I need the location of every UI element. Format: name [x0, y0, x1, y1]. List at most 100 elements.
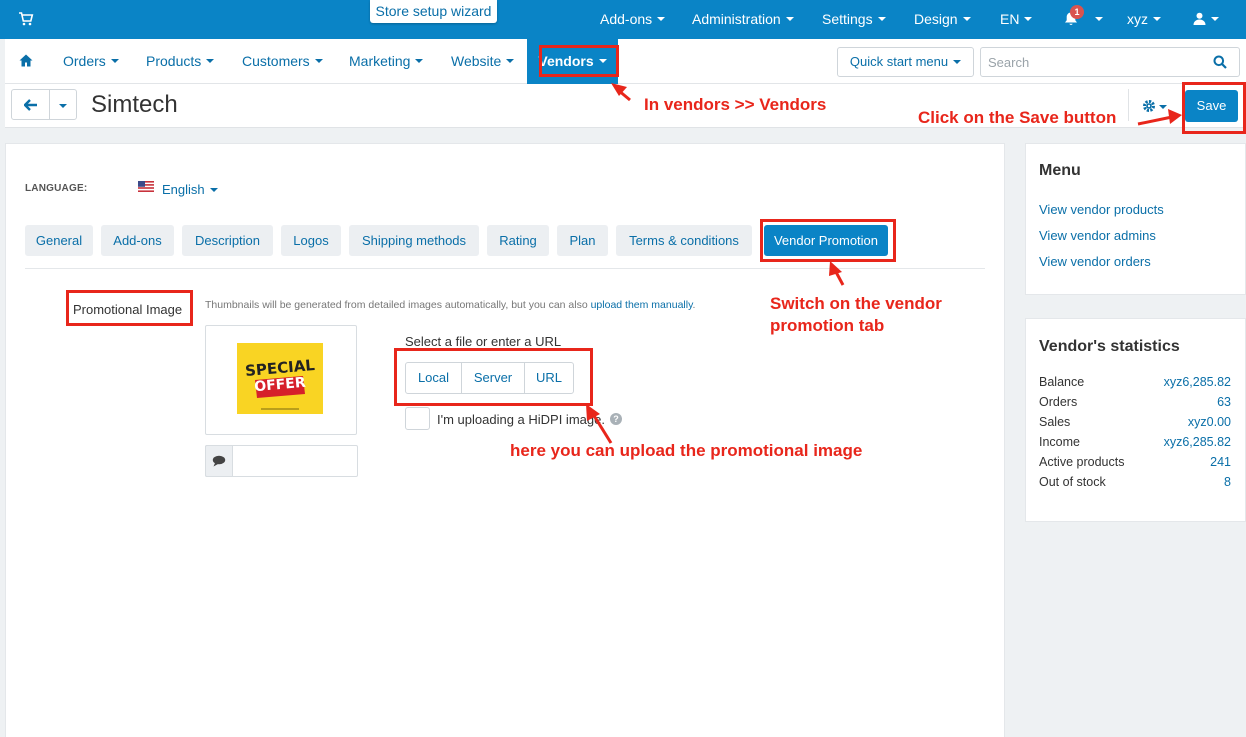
language-label: LANGUAGE:	[25, 183, 88, 194]
user-icon	[1193, 13, 1206, 26]
tab-general[interactable]: General	[25, 225, 93, 256]
sidebar-link-vendor-admins[interactable]: View vendor admins	[1039, 228, 1156, 243]
sidebar-menu-title: Menu	[1039, 162, 1081, 179]
highlight-vendor-promotion-tab	[760, 219, 896, 262]
language-menu-label: EN	[1000, 11, 1020, 27]
page-title: Simtech	[91, 91, 178, 118]
tab-logos[interactable]: Logos	[281, 225, 341, 256]
user-menu-label: xyz	[1127, 11, 1148, 27]
highlight-save-button	[1182, 82, 1246, 134]
chevron-down-icon	[110, 59, 119, 64]
hidpi-label: I'm uploading a HiDPI image.	[437, 412, 605, 427]
annotation-tab-note-line-1: Switch on the vendor	[770, 294, 942, 313]
special-offer-image: SPECIAL OFFER	[237, 343, 323, 414]
annotation-save-note: Click on the Save button	[918, 108, 1117, 127]
tab-terms-conditions[interactable]: Terms & conditions	[616, 225, 752, 256]
chevron-down-icon	[1153, 17, 1161, 22]
stat-value-orders[interactable]: 63	[1111, 395, 1231, 409]
settings-menu[interactable]: Settings	[822, 0, 886, 39]
nav-products[interactable]: Products	[146, 39, 215, 84]
sidebar-link-vendor-products[interactable]: View vendor products	[1039, 202, 1164, 217]
settings-menu-label: Settings	[822, 11, 873, 27]
administration-menu-label: Administration	[692, 11, 781, 27]
home-icon[interactable]	[19, 54, 33, 67]
design-menu[interactable]: Design	[914, 0, 971, 39]
administration-menu[interactable]: Administration	[692, 0, 794, 39]
comment-icon	[212, 455, 226, 467]
settings-dropdown-button[interactable]	[1128, 89, 1174, 121]
chevron-down-icon	[785, 17, 794, 22]
thumbnail-hint: Thumbnails will be generated from detail…	[205, 299, 695, 311]
highlight-promotional-image-label	[66, 290, 193, 326]
tab-plan[interactable]: Plan	[557, 225, 608, 256]
stat-label-sales: Sales	[1039, 415, 1071, 429]
nav-customers[interactable]: Customers	[242, 39, 323, 84]
language-select[interactable]: English	[162, 182, 218, 197]
nav-marketing-label: Marketing	[349, 53, 411, 69]
tab-shipping-methods[interactable]: Shipping methods	[349, 225, 479, 256]
chevron-down-icon	[1095, 17, 1103, 22]
store-setup-wizard-button[interactable]: Store setup wizard	[370, 0, 497, 23]
search-button[interactable]	[1200, 47, 1240, 77]
quick-start-menu-button[interactable]: Quick start menu	[837, 47, 974, 77]
addons-menu[interactable]: Add-ons	[600, 0, 666, 39]
sidebar-link-vendor-orders[interactable]: View vendor orders	[1039, 254, 1151, 269]
stat-value-out-of-stock[interactable]: 8	[1111, 475, 1231, 489]
stat-label-income: Income	[1039, 435, 1080, 449]
arrow-left-icon	[24, 99, 37, 111]
chevron-down-icon	[206, 59, 215, 64]
chevron-down-icon	[415, 59, 424, 64]
help-icon[interactable]: ?	[610, 413, 622, 425]
chevron-down-icon	[506, 59, 515, 64]
nav-orders[interactable]: Orders	[63, 39, 119, 84]
stat-label-out-of-stock: Out of stock	[1039, 475, 1106, 489]
highlight-vendors-nav	[539, 45, 619, 77]
notifications-caret[interactable]	[1090, 0, 1103, 39]
annotation-upload-note: here you can upload the promotional imag…	[510, 441, 863, 460]
annotation-vendors-note: In vendors >> Vendors	[644, 95, 827, 114]
tab-rating[interactable]: Rating	[487, 225, 549, 256]
upload-manually-link[interactable]: upload them manually	[591, 299, 693, 311]
select-file-label: Select a file or enter a URL	[405, 334, 562, 349]
chevron-down-icon	[1211, 17, 1219, 22]
quick-start-label: Quick start menu	[849, 54, 949, 69]
tab-addons[interactable]: Add-ons	[101, 225, 174, 256]
us-flag-icon	[138, 181, 154, 192]
chevron-down-icon	[314, 59, 323, 64]
chevron-down-icon	[1024, 17, 1033, 22]
history-dropdown-button[interactable]	[49, 89, 77, 120]
chevron-down-icon	[59, 104, 67, 108]
alt-text-icon-cell	[205, 445, 233, 477]
highlight-upload-buttons	[394, 348, 593, 406]
stat-value-sales[interactable]: xyz0.00	[1111, 415, 1231, 429]
search-input[interactable]	[980, 47, 1201, 77]
hidpi-checkbox[interactable]	[405, 407, 430, 430]
notification-count-badge: 1	[1070, 5, 1084, 19]
stat-label-balance: Balance	[1039, 375, 1085, 389]
search-icon	[1213, 55, 1227, 69]
design-menu-label: Design	[914, 11, 958, 27]
nav-marketing[interactable]: Marketing	[349, 39, 424, 84]
chevron-down-icon	[962, 17, 971, 22]
chevron-down-icon	[209, 187, 218, 192]
hint-end: .	[692, 299, 696, 311]
annotation-tab-note-line-2: promotion tab	[770, 316, 885, 335]
cart-icon[interactable]	[18, 11, 34, 27]
language-menu[interactable]: EN	[1000, 0, 1033, 39]
chevron-down-icon	[657, 17, 666, 22]
tab-description[interactable]: Description	[182, 225, 273, 256]
user-menu[interactable]: xyz	[1127, 0, 1161, 39]
stat-value-income[interactable]: xyz6,285.82	[1111, 435, 1231, 449]
nav-orders-label: Orders	[63, 53, 106, 69]
stat-value-active-products[interactable]: 241	[1111, 455, 1231, 469]
nav-website[interactable]: Website	[451, 39, 515, 84]
language-select-value: English	[162, 182, 205, 197]
addons-menu-label: Add-ons	[600, 11, 653, 27]
tabs-divider	[25, 268, 985, 269]
nav-products-label: Products	[146, 53, 202, 69]
account-menu[interactable]	[1193, 0, 1219, 39]
stat-value-balance[interactable]: xyz6,285.82	[1111, 375, 1231, 389]
gear-icon	[1143, 100, 1155, 112]
stat-label-orders: Orders	[1039, 395, 1078, 409]
back-button[interactable]	[11, 89, 50, 120]
